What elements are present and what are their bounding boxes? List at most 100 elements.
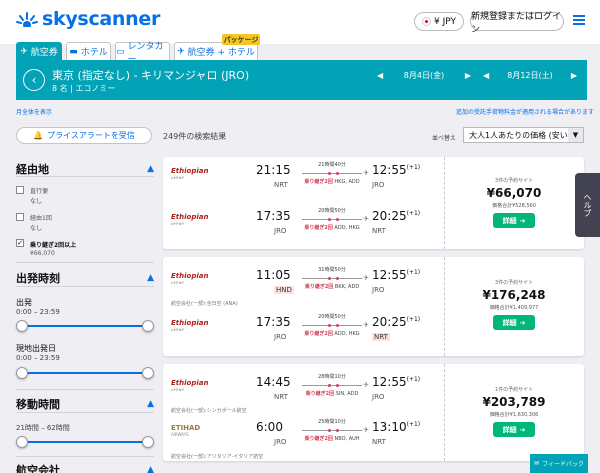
price-total: 価格合計¥1,409,977 <box>489 305 539 311</box>
result-count: 249件の検索結果 <box>163 132 227 141</box>
stops-one-checkbox[interactable] <box>16 213 24 221</box>
slider-max-handle[interactable] <box>142 367 154 379</box>
slider-max-handle[interactable] <box>142 320 154 332</box>
stops-two-plus-price: ¥66,070 <box>30 250 55 257</box>
help-tab[interactable]: ヘルプ <box>575 173 600 237</box>
result-card[interactable]: Ethiopian አትዮጵያ 14:45 NRT 28時間10分 ✈ 乗り継ぎ2… <box>163 364 584 461</box>
return-time-slider[interactable] <box>16 367 154 379</box>
plane-icon: ✈ <box>363 381 369 389</box>
route-line: ✈ <box>302 321 369 329</box>
select-button[interactable]: 詳細 ➔ <box>493 422 535 437</box>
price-alert-button[interactable]: 🔔 プライスアラートを受信 <box>16 127 152 144</box>
passengers-text[interactable]: 8 名 | エコノミー <box>52 83 115 94</box>
plane-icon: ✈ <box>363 169 369 177</box>
tab-label: 航空券 + ホテル <box>187 48 255 58</box>
flight-leg-return: Ethiopian አትዮጵያ 17:35 JRO 20時間50分 ✈ 乗り継ぎ2… <box>163 309 444 355</box>
plane-hotel-icon: ✈ <box>177 46 185 57</box>
stops-info: 乗り継ぎ2回 HKG, ADD <box>304 179 360 185</box>
return-date-picker[interactable]: ◀ 8月12日(土) ▶ <box>483 68 577 82</box>
tab-label: ホテル <box>80 48 108 58</box>
tab-hotels[interactable]: ▬ ホテル <box>66 42 111 60</box>
route-line: ✈ <box>302 215 369 223</box>
stops-direct-checkbox[interactable] <box>16 186 24 194</box>
outbound-time-slider[interactable] <box>16 320 154 332</box>
slider-min-handle[interactable] <box>16 320 28 332</box>
skyscanner-logo[interactable]: skyscanner <box>16 8 160 30</box>
departure-airport: JRO <box>274 227 287 235</box>
departure-time: 17:35 <box>256 315 291 329</box>
show-full-month-link[interactable]: 月全体を表示 <box>16 107 52 116</box>
arrow-right-icon: ➔ <box>519 425 526 434</box>
outbound-range: 0:00 – 23:59 <box>16 308 60 316</box>
slider-min-handle[interactable] <box>16 436 28 448</box>
plane-icon: ✈ <box>363 274 369 282</box>
route-line: ✈ <box>302 274 369 282</box>
slider-min-handle[interactable] <box>16 367 28 379</box>
feedback-button[interactable]: ✉ フィードバック <box>530 454 588 473</box>
stops-two-plus-checkbox[interactable]: ✓ <box>16 239 24 247</box>
duration-slider[interactable] <box>16 436 154 448</box>
airline-logo: Ethiopian አትዮጵያ <box>171 167 209 180</box>
sort-label: 並べ替え <box>432 135 457 142</box>
route-text[interactable]: 東京 (指定なし) - キリマンジャロ (JRO) <box>52 67 249 83</box>
divider <box>16 412 154 413</box>
next-date-icon[interactable]: ▶ <box>571 71 577 80</box>
hamburger-icon[interactable] <box>573 15 585 25</box>
result-card[interactable]: Ethiopian አትዮጵያ 21:15 NRT 21時間40分 ✈ 乗り継ぎ2… <box>163 157 584 249</box>
feedback-label: フィードバック <box>542 461 584 468</box>
price-source: 3件の予約サイト <box>494 280 534 286</box>
return-range: 0:00 – 23:59 <box>16 354 60 362</box>
arrival-airport: NRT <box>372 438 386 446</box>
price-block: 3件の予約サイト ¥176,248 価格合計¥1,409,977 詳細 ➔ <box>444 279 584 330</box>
stops-info: 乗り継ぎ2回 NBO, AUH <box>304 436 360 442</box>
departure-time: 14:45 <box>256 375 291 389</box>
departure-time: 11:05 <box>256 268 291 282</box>
currency-button[interactable]: ¥ JPY <box>414 12 464 31</box>
price-amount: ¥66,070 <box>486 186 542 200</box>
login-button[interactable]: 新規登録またはログイン <box>470 12 564 35</box>
slider-track <box>21 325 149 327</box>
divider <box>16 262 154 263</box>
chevron-up-icon: ▲ <box>147 399 154 409</box>
duration-range: 21時間 – 62時間 <box>16 424 70 432</box>
sort-select[interactable]: 大人1人あたりの価格 (安い順) ▼ <box>463 127 584 143</box>
back-icon[interactable]: ‹ <box>23 69 45 91</box>
stops-info: 乗り継ぎ2回 ADD, HKG <box>304 225 360 231</box>
plane-icon: ✈ <box>363 215 369 223</box>
result-card[interactable]: Ethiopian አትዮጵያ 11:05 HND 31時間50分 ✈ 乗り継ぎ2… <box>163 257 584 356</box>
car-icon: ▭ <box>116 46 125 57</box>
duration-filter-header[interactable]: 移動時間 ▲ <box>16 396 154 412</box>
baggage-notice-link[interactable]: 追加の受託手荷物料金が適用される場合があります <box>456 107 594 116</box>
departure-time-filter-header[interactable]: 出発時刻 ▲ <box>16 270 154 286</box>
arrival-airport: NRT <box>372 227 386 235</box>
price-amount: ¥203,789 <box>482 395 546 409</box>
select-button[interactable]: 詳細 ➔ <box>493 315 535 330</box>
arrival-time: 20:25(+1) <box>372 209 421 223</box>
select-button[interactable]: 詳細 ➔ <box>493 213 535 228</box>
price-block: 1件の予約サイト ¥203,789 価格合計¥1,630,306 詳細 ➔ <box>444 386 584 437</box>
route-line: ✈ <box>302 169 369 177</box>
stops-info: 乗り継ぎ2回 ADD, HKG <box>304 331 360 337</box>
next-date-icon[interactable]: ▶ <box>465 71 471 80</box>
departure-airport: JRO <box>274 333 287 341</box>
departure-time-filter-title: 出発時刻 <box>16 272 60 285</box>
bed-icon: ▬ <box>69 46 78 57</box>
flight-duration: 21時間40分 <box>318 162 346 168</box>
package-badge: パッケージ <box>222 34 260 45</box>
slider-max-handle[interactable] <box>142 436 154 448</box>
depart-date-picker[interactable]: ◀ 8月4日(金) ▶ <box>377 68 471 82</box>
price-source: 1件の予約サイト <box>494 387 534 393</box>
plane-icon: ✈ <box>363 321 369 329</box>
tab-car-rental[interactable]: ▭ レンタカー <box>115 42 170 65</box>
tab-label: 航空券 <box>30 48 58 58</box>
slider-track <box>21 372 149 374</box>
sunrise-logo-icon <box>16 12 38 27</box>
price-alert-label: プライスアラートを受信 <box>47 131 135 140</box>
duration-filter-title: 移動時間 <box>16 398 60 411</box>
airlines-filter-header[interactable]: 航空会社 ▲ <box>16 462 154 473</box>
stops-filter-header[interactable]: 経由地 ▲ <box>16 161 154 177</box>
operated-by-note: 航空会社(一部):全日空 (ANA) <box>171 301 238 307</box>
tab-flights[interactable]: ✈ 航空券 <box>16 42 62 60</box>
flight-duration: 20時間50分 <box>318 314 346 320</box>
price-total: 価格合計¥1,630,306 <box>489 412 539 418</box>
